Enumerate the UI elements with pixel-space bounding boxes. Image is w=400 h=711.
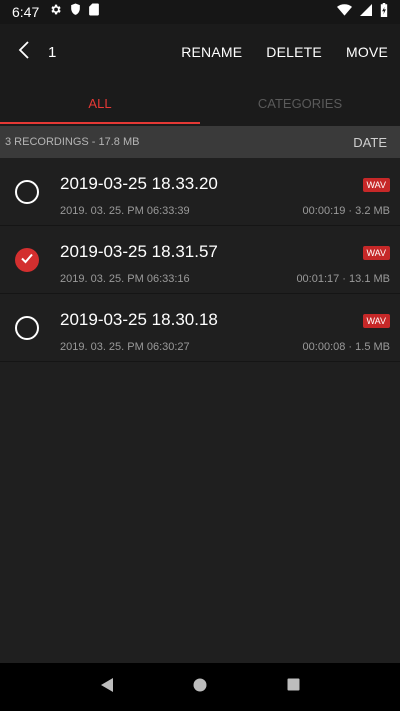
rename-button[interactable]: RENAME (169, 24, 254, 80)
signal-icon (360, 3, 372, 21)
action-buttons: RENAME DELETE MOVE (169, 24, 400, 80)
recents-square-icon (287, 678, 300, 696)
recording-row[interactable]: 2019-03-25 18.33.20 2019. 03. 25. PM 06:… (0, 158, 400, 226)
recording-title: 2019-03-25 18.30.18 (60, 310, 218, 329)
recording-date: 2019. 03. 25. PM 06:33:39 (60, 205, 190, 217)
recording-row[interactable]: 2019-03-25 18.31.57 2019. 03. 25. PM 06:… (0, 226, 400, 294)
delete-button[interactable]: DELETE (254, 24, 334, 80)
status-bar: 6:47 (0, 0, 400, 24)
gear-icon (49, 3, 62, 21)
nav-home-button[interactable] (176, 663, 224, 711)
selection-action-bar: 1 RENAME DELETE MOVE (0, 24, 400, 80)
back-triangle-icon (100, 677, 114, 698)
system-navigation-bar (0, 663, 400, 711)
home-circle-icon (193, 678, 207, 697)
checkmark-icon (20, 251, 34, 270)
battery-icon (380, 2, 388, 22)
format-badge: WAV (362, 246, 390, 260)
status-system-icons (337, 2, 388, 22)
move-button[interactable]: MOVE (334, 24, 400, 80)
tab-all[interactable]: ALL (0, 80, 200, 126)
recording-title: 2019-03-25 18.31.57 (60, 242, 218, 261)
status-time: 6:47 (12, 4, 40, 20)
recordings-summary: 3 RECORDINGS - 17.8 MB DATE (0, 126, 400, 158)
format-badge: WAV (362, 178, 390, 192)
format-badge: WAV (362, 314, 390, 328)
sd-card-icon (89, 3, 100, 21)
sort-by-date-button[interactable]: DATE (353, 135, 387, 150)
nav-recents-button[interactable] (269, 663, 317, 711)
tab-bar: ALL CATEGORIES (0, 80, 400, 126)
status-notification-icons (49, 3, 100, 21)
recording-duration-size: 00:00:19 · 3.2 MB (302, 205, 390, 217)
recording-title: 2019-03-25 18.33.20 (60, 174, 218, 193)
recording-row[interactable]: 2019-03-25 18.30.18 2019. 03. 25. PM 06:… (0, 294, 400, 362)
nav-back-button[interactable] (83, 663, 131, 711)
recording-date: 2019. 03. 25. PM 06:33:16 (60, 273, 190, 285)
select-radio[interactable] (15, 316, 39, 340)
select-radio-checked[interactable] (15, 248, 39, 272)
recordings-count-size: 3 RECORDINGS - 17.8 MB (5, 136, 140, 148)
shield-icon (70, 3, 81, 21)
select-radio[interactable] (15, 180, 39, 204)
recording-duration-size: 00:01:17 · 13.1 MB (296, 273, 390, 285)
recording-duration-size: 00:00:08 · 1.5 MB (302, 341, 390, 353)
recording-date: 2019. 03. 25. PM 06:30:27 (60, 341, 190, 353)
back-button[interactable] (0, 24, 48, 80)
wifi-icon (337, 3, 352, 21)
selected-count: 1 (48, 43, 57, 61)
tab-categories[interactable]: CATEGORIES (200, 80, 400, 126)
chevron-left-icon (17, 40, 31, 65)
recordings-list: 2019-03-25 18.33.20 2019. 03. 25. PM 06:… (0, 158, 400, 362)
